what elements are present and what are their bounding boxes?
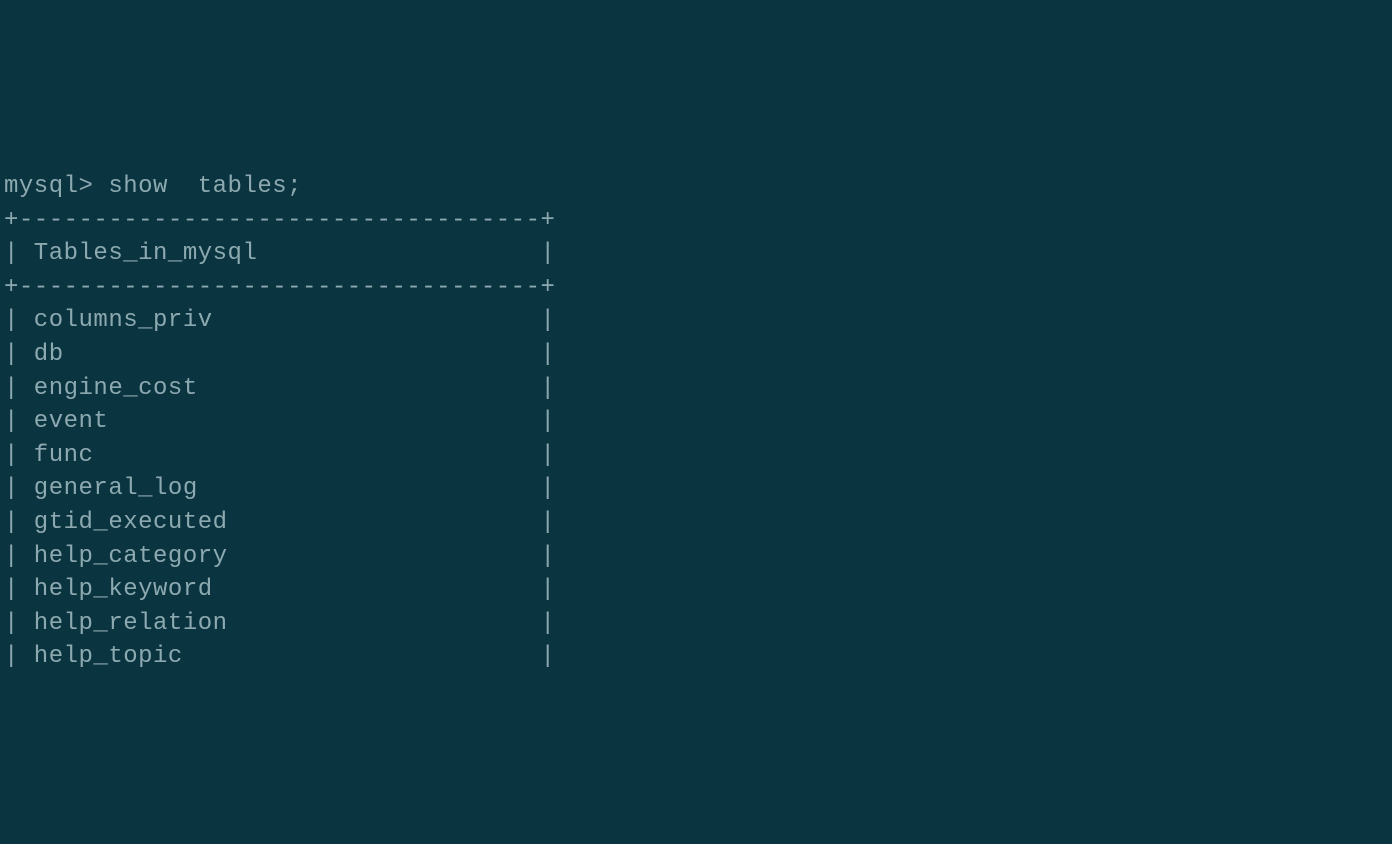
table-row: | help_topic | xyxy=(4,643,555,670)
table-row: | help_keyword | xyxy=(4,576,555,603)
table-header: | Tables_in_mysql | xyxy=(4,240,555,267)
table-row: | db | xyxy=(4,341,555,368)
table-row: | engine_cost | xyxy=(4,375,555,402)
table-border-mid: +-----------------------------------+ xyxy=(4,274,555,301)
table-border-top: +-----------------------------------+ xyxy=(4,207,555,234)
table-row: | event | xyxy=(4,408,555,435)
table-row: | help_category | xyxy=(4,543,555,570)
table-row: | func | xyxy=(4,442,555,469)
mysql-prompt: mysql> xyxy=(4,173,108,200)
table-row: | gtid_executed | xyxy=(4,509,555,536)
prompt-line: mysql> show tables; xyxy=(4,173,302,200)
table-row: | columns_priv | xyxy=(4,307,555,334)
table-row: | help_relation | xyxy=(4,610,555,637)
table-row: | general_log | xyxy=(4,475,555,502)
terminal-output[interactable]: mysql> show tables; +-------------------… xyxy=(0,134,1392,676)
sql-command: show tables; xyxy=(108,173,302,200)
